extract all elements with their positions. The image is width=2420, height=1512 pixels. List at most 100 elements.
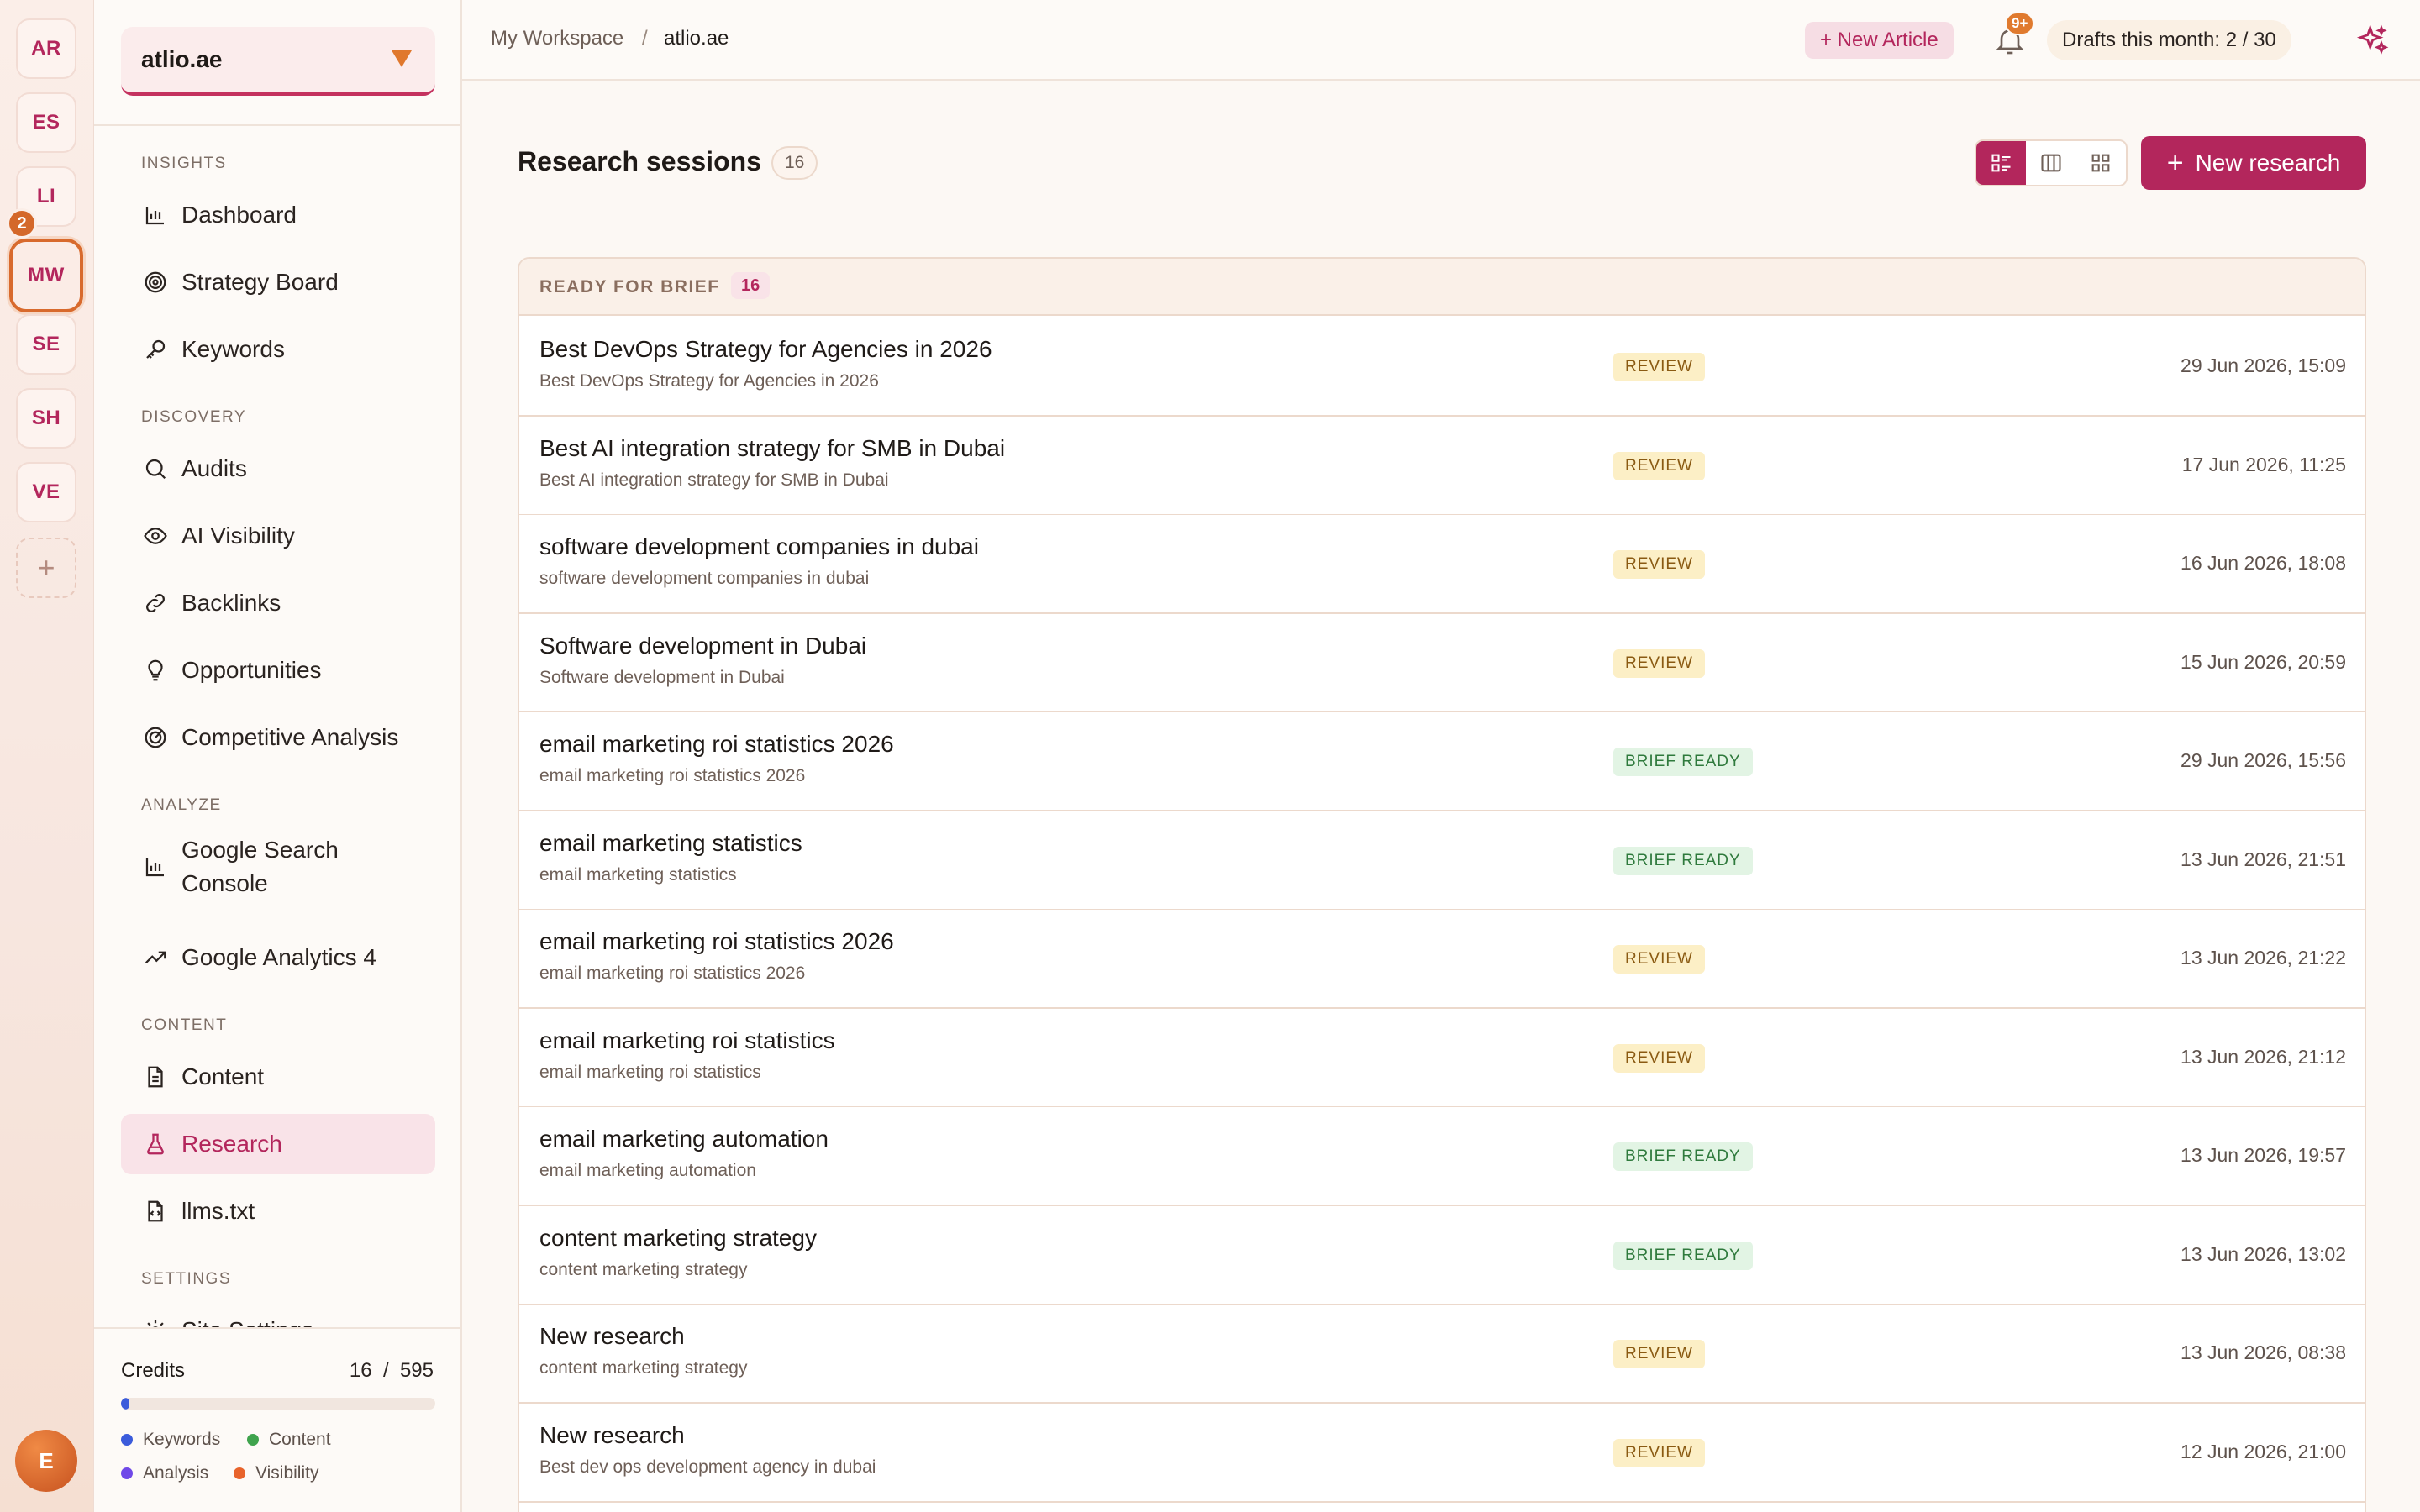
credits-panel: Credits 16 / 595 Keywords Content Analys… <box>94 1327 460 1512</box>
table-row[interactable]: email marketing automation email marketin… <box>519 1107 2365 1206</box>
credits-total: 595 <box>399 1359 434 1382</box>
sidebar-item-content[interactable]: Content <box>121 1047 435 1107</box>
table-row[interactable]: Best AI integration strategy for SMB in … <box>519 416 2365 516</box>
sidebar-item-google-search-console[interactable]: Google Search Console <box>121 827 435 907</box>
table-row[interactable]: content marketing strategy content market… <box>519 1205 2365 1305</box>
session-keyword: Best AI integration strategy for SMB in … <box>539 470 889 490</box>
breadcrumb-root[interactable]: My Workspace <box>491 27 623 50</box>
session-keyword: email marketing roi statistics 2026 <box>539 963 806 983</box>
workspace-badge: 2 <box>7 208 37 239</box>
sidebar-item-competitive-analysis[interactable]: Competitive Analysis <box>121 707 435 768</box>
sidebar-item-site-settings[interactable]: Site Settings <box>121 1300 435 1327</box>
session-date: 13 Jun 2026, 21:51 <box>2181 848 2346 870</box>
sidebar-item-research[interactable]: Research <box>121 1114 435 1174</box>
bar-chart-icon <box>141 853 170 881</box>
section-label-discovery: DISCOVERY <box>141 408 247 426</box>
grid-view-button[interactable] <box>2076 141 2126 185</box>
session-title: email marketing roi statistics <box>539 1026 835 1053</box>
search-icon <box>141 454 170 483</box>
table-row[interactable]: Software development in Dubai Software de… <box>519 613 2365 713</box>
workspace-ve[interactable]: VE <box>16 462 76 522</box>
label-line: Console <box>182 870 268 896</box>
drafts-counter: Drafts this month: 2 / 30 <box>2047 20 2291 60</box>
session-keyword: email marketing roi statistics <box>539 1062 761 1082</box>
table-row[interactable]: Best DevOps Strategy for Agencies in 202… <box>519 318 2365 417</box>
sidebar-item-opportunities[interactable]: Opportunities <box>121 640 435 701</box>
user-initial: E <box>39 1447 54 1473</box>
credits-progress-bar <box>121 1398 435 1410</box>
sidebar-item-dashboard[interactable]: Dashboard <box>121 185 435 245</box>
sidebar-item-label: Backlinks <box>182 590 281 616</box>
group-header[interactable]: READY FOR BRIEF 16 <box>519 259 2365 316</box>
notification-badge: 9+ <box>2005 12 2035 35</box>
group-count: 16 <box>731 272 771 299</box>
add-workspace-button[interactable]: + <box>16 538 76 598</box>
plus-icon: + <box>37 550 55 585</box>
sidebar-item-label: Google Search Console <box>182 833 339 900</box>
session-date: 13 Jun 2026, 08:38 <box>2181 1341 2346 1363</box>
table-row[interactable]: email marketing statistics email marketin… <box>519 811 2365 911</box>
caret-down-icon <box>392 50 412 67</box>
list-view-icon <box>1991 154 2011 172</box>
table-row[interactable]: email marketing roi statistics 2026 email… <box>519 712 2365 811</box>
workspace-initials: MW <box>28 264 65 286</box>
table-row[interactable]: New research Best dev ops development age… <box>519 1403 2365 1503</box>
credits-sep: / <box>382 1359 389 1382</box>
workspace-initials: SE <box>32 333 60 355</box>
session-title: email marketing roi statistics 2026 <box>539 928 894 954</box>
bar-chart-icon <box>141 201 170 229</box>
table-row[interactable]: email marketing roi statistics 2026 email… <box>519 910 2365 1009</box>
legend-dot <box>247 1434 259 1446</box>
session-title: content marketing strategy <box>539 1224 817 1251</box>
status-badge: BRIEF READY <box>1613 1142 1753 1171</box>
sidebar-item-ai-visibility[interactable]: AI Visibility <box>121 506 435 566</box>
sidebar-item-label: Site Settings <box>182 1317 313 1327</box>
page-title: Research sessions <box>518 146 761 176</box>
document-icon <box>141 1063 170 1091</box>
section-label-settings: SETTINGS <box>141 1270 232 1288</box>
board-view-button[interactable] <box>2026 141 2075 185</box>
radar-icon <box>141 723 170 752</box>
breadcrumb-separator: / <box>642 27 648 50</box>
session-title: email marketing statistics <box>539 829 802 856</box>
sidebar-item-backlinks[interactable]: Backlinks <box>121 573 435 633</box>
table-row[interactable]: New research content marketing strategy RE… <box>519 1305 2365 1404</box>
sidebar-item-google-analytics[interactable]: Google Analytics 4 <box>121 927 435 988</box>
new-research-button[interactable]: + New research <box>2141 136 2366 190</box>
session-date: 13 Jun 2026, 13:02 <box>2181 1242 2346 1265</box>
legend-keywords: Keywords <box>121 1430 220 1450</box>
workspace-sh[interactable]: SH <box>16 388 76 449</box>
workspace-ar[interactable]: AR <box>16 18 76 79</box>
status-badge: REVIEW <box>1613 1043 1705 1073</box>
sidebar-item-keywords[interactable]: Keywords <box>121 319 435 380</box>
sidebar-item-llms[interactable]: llms.txt <box>121 1181 435 1242</box>
sidebar-nav[interactable]: INSIGHTS Dashboard Strategy Board Keywor… <box>94 126 460 1327</box>
new-article-button[interactable]: + New Article <box>1805 22 1954 59</box>
session-date: 15 Jun 2026, 20:59 <box>2181 650 2346 673</box>
list-view-button[interactable] <box>1976 141 2027 185</box>
status-badge: REVIEW <box>1613 648 1705 678</box>
session-title: New research <box>539 1421 685 1448</box>
table-row[interactable]: email marketing roi statistics email mark… <box>519 1008 2365 1108</box>
workspace-mw[interactable]: MW <box>9 239 83 312</box>
credits-title: Credits <box>121 1359 186 1382</box>
site-selector[interactable]: atlio.ae <box>121 27 435 96</box>
status-badge: REVIEW <box>1613 945 1705 974</box>
credits-count: 16 / 595 <box>350 1359 434 1383</box>
workspace-initials: SH <box>31 407 61 429</box>
sidebar-item-strategy-board[interactable]: Strategy Board <box>121 252 435 312</box>
sparkle-icon[interactable] <box>2356 24 2390 57</box>
credits-used: 16 <box>349 1359 372 1382</box>
table-row[interactable]: software development companies in dubai s… <box>519 515 2365 614</box>
workspace-se[interactable]: SE <box>16 314 76 375</box>
session-date: 16 Jun 2026, 18:08 <box>2181 552 2346 574</box>
research-sessions-panel: READY FOR BRIEF 16 Best DevOps Strategy … <box>518 257 2366 1512</box>
sidebar-item-label: Opportunities <box>182 657 322 683</box>
workspace-initials: LI <box>36 185 56 207</box>
user-avatar[interactable]: E <box>15 1430 77 1492</box>
status-badge: REVIEW <box>1613 1438 1705 1467</box>
legend-visibility: Visibility <box>234 1463 318 1483</box>
legend-label: Analysis <box>143 1463 209 1483</box>
sidebar-item-audits[interactable]: Audits <box>121 438 435 499</box>
workspace-es[interactable]: ES <box>16 92 76 153</box>
